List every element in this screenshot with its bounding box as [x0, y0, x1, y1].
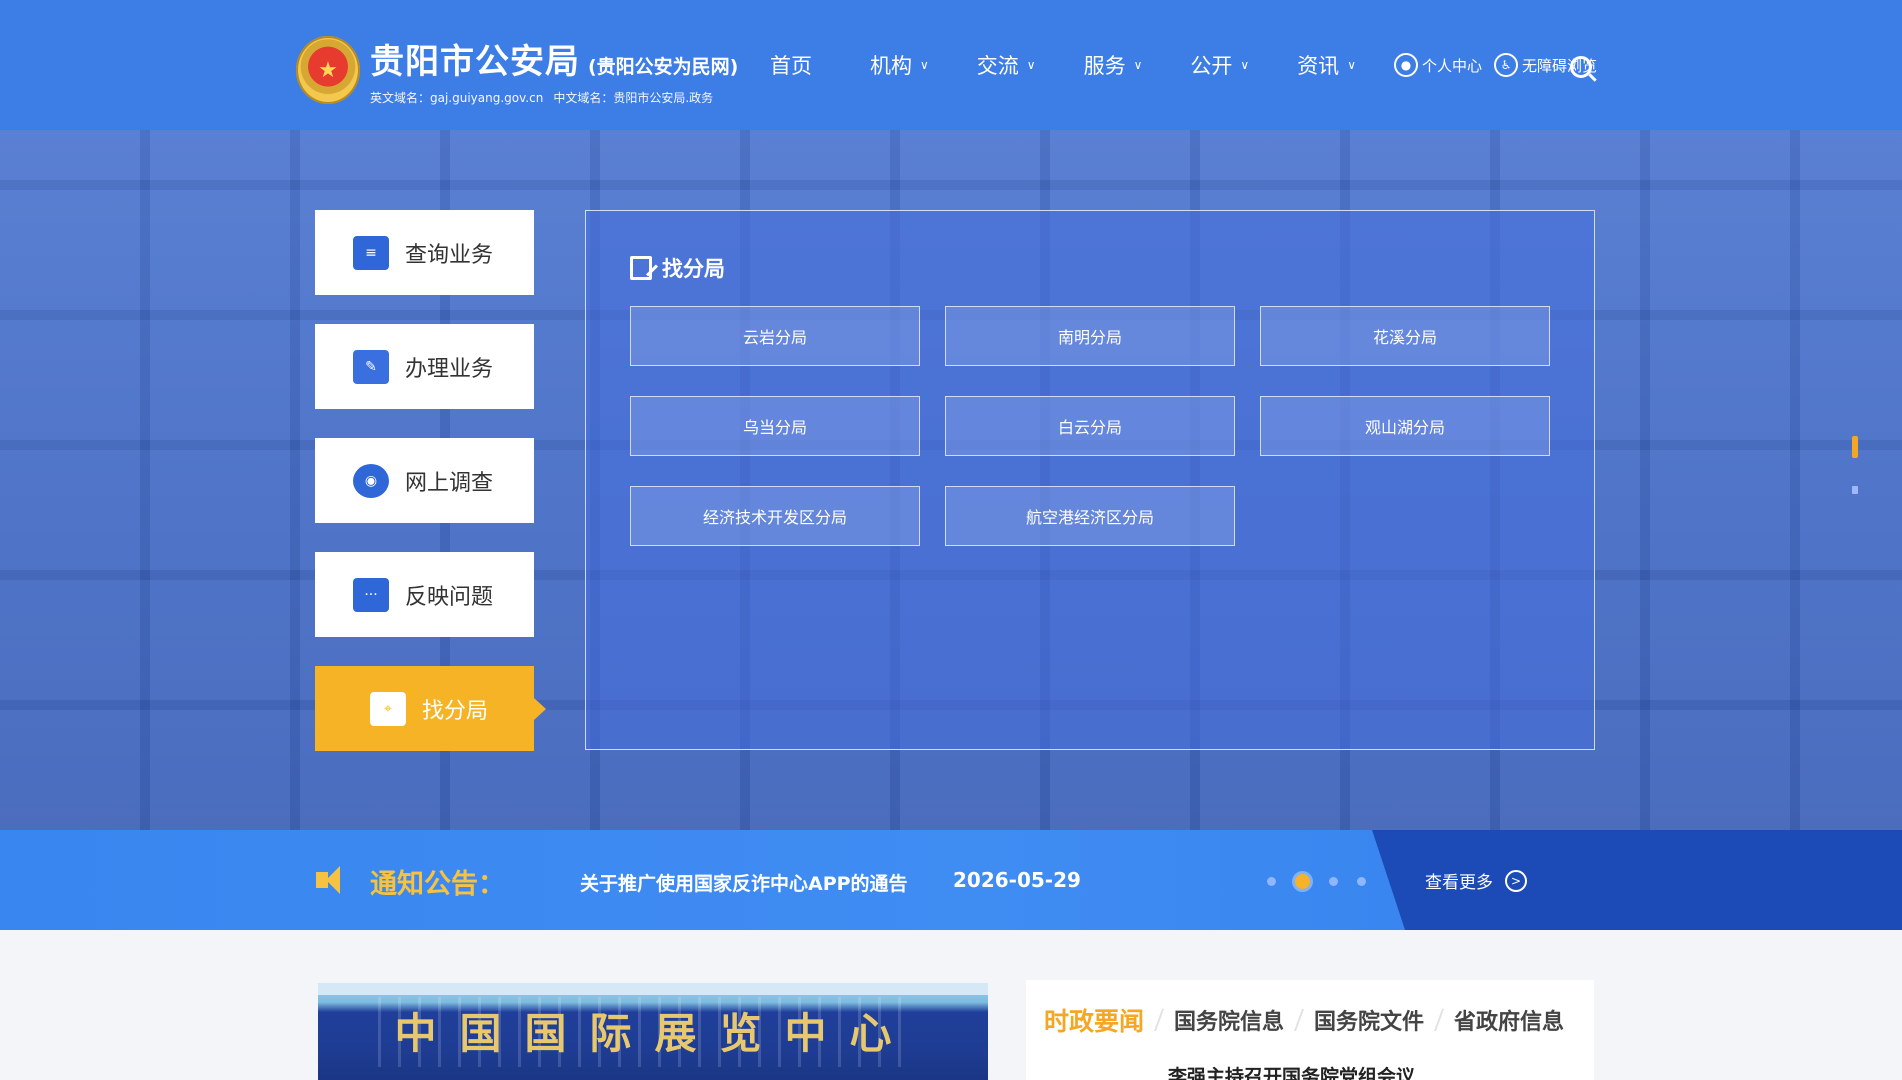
personal-center-link[interactable]: ● 个人中心 — [1393, 53, 1482, 77]
menu-handle-business[interactable]: ✎ 办理业务 — [315, 324, 534, 409]
photo-sign-text: 中 国 国 际 展 览 中 心 — [394, 1008, 892, 1058]
query-icon: ≡ — [353, 235, 389, 270]
chat-bubble-icon: ··· — [353, 577, 389, 612]
hero-slider-indicator — [1852, 436, 1858, 494]
nav-home[interactable]: 首页 — [770, 50, 812, 80]
accessibility-icon: ♿ — [1494, 53, 1518, 77]
map-pin-icon: ⌖ — [370, 691, 406, 726]
tab-provincial-gov-info[interactable]: 省政府信息 — [1454, 1004, 1564, 1036]
english-domain: 英文域名：gaj.guiyang.gov.cn — [370, 91, 544, 105]
site-title: 贵阳市公安局 — [370, 42, 580, 82]
news-card: 时政要闻 国务院信息 国务院文件 省政府信息 李强主持召开国务院党组会议 — [1026, 980, 1594, 1080]
notice-bar: 通知公告： 关于推广使用国家反诈中心APP的通告 2026-05-29 查看更多… — [0, 830, 1902, 930]
chevron-down-icon: ∨ — [920, 58, 929, 72]
nav-public[interactable]: 公开 ∨ — [1190, 50, 1249, 80]
user-icon: ● — [1393, 53, 1418, 77]
exhibition-center-photo[interactable]: 中 国 国 际 展 览 中 心 — [318, 983, 988, 1080]
chevron-down-icon: ∨ — [1240, 58, 1250, 72]
search-icon[interactable] — [1570, 56, 1592, 78]
menu-query-business[interactable]: ≡ 查询业务 — [315, 210, 534, 295]
edit-note-icon — [630, 256, 652, 280]
site-subtitle: (贵阳公安为民网) — [588, 56, 739, 78]
site-logo[interactable]: ★ 贵阳市公安局 (贵阳公安为民网) 英文域名：gaj.guiyang.gov.… — [296, 34, 738, 106]
branch-airport-economic-zone[interactable]: 航空港经济区分局 — [945, 486, 1235, 546]
branch-grid: 云岩分局 南明分局 花溪分局 乌当分局 白云分局 观山湖分局 经济技术开发区分局… — [630, 306, 1550, 546]
chevron-right-icon: > — [1505, 869, 1527, 892]
nav-organization[interactable]: 机构 ∨ — [870, 50, 929, 80]
tab-current-affairs[interactable]: 时政要闻 — [1044, 1002, 1144, 1038]
branch-nanming[interactable]: 南明分局 — [945, 306, 1235, 366]
main-nav: 首页 机构 ∨ 交流 ∨ 服务 ∨ 公开 ∨ 资讯 ∨ ● 个人中心 ♿ 无障碍浏览 — [770, 50, 1597, 80]
notice-dot[interactable] — [1267, 877, 1276, 886]
slider-indicator-active[interactable] — [1852, 436, 1858, 458]
branch-wudang[interactable]: 乌当分局 — [630, 396, 920, 456]
logo-text: 贵阳市公安局 (贵阳公安为民网) 英文域名：gaj.guiyang.gov.cn… — [370, 34, 738, 106]
document-edit-icon: ✎ — [353, 349, 389, 384]
notice-date: 2026-05-29 — [953, 868, 1081, 892]
branch-yunyan[interactable]: 云岩分局 — [630, 306, 920, 366]
branch-baiyun[interactable]: 白云分局 — [945, 396, 1235, 456]
chinese-domain: 中文域名：贵阳市公安局.政务 — [553, 91, 714, 105]
menu-online-survey[interactable]: ◉ 网上调查 — [315, 438, 534, 523]
news-headline[interactable]: 李强主持召开国务院党组会议 — [1168, 1062, 1415, 1080]
service-side-menu: ≡ 查询业务 ✎ 办理业务 ◉ 网上调查 ··· 反映问题 ⌖ 找分局 — [315, 210, 546, 780]
notice-dot[interactable] — [1357, 877, 1366, 886]
tab-state-council-docs[interactable]: 国务院文件 — [1314, 1004, 1424, 1036]
nav-services[interactable]: 服务 ∨ — [1084, 50, 1143, 80]
notice-dot[interactable] — [1329, 877, 1338, 886]
chevron-down-icon: ∨ — [1347, 58, 1356, 72]
notice-label: 通知公告： — [370, 869, 505, 900]
site-header: ★ 贵阳市公安局 (贵阳公安为民网) 英文域名：gaj.guiyang.gov.… — [0, 0, 1902, 130]
police-emblem-icon: ★ — [296, 36, 360, 104]
speaker-icon — [316, 866, 350, 894]
content-section: 中 国 国 际 展 览 中 心 时政要闻 国务院信息 国务院文件 省政府信息 李… — [0, 930, 1902, 1080]
panel-title: 找分局 — [630, 253, 725, 283]
branch-economic-dev-zone[interactable]: 经济技术开发区分局 — [630, 486, 920, 546]
chevron-down-icon: ∨ — [1133, 58, 1143, 72]
find-branch-panel: 找分局 云岩分局 南明分局 花溪分局 乌当分局 白云分局 观山湖分局 经济技术开… — [585, 210, 1595, 750]
menu-find-branch[interactable]: ⌖ 找分局 — [315, 666, 546, 751]
notice-dot-active[interactable] — [1295, 874, 1310, 889]
nav-news[interactable]: 资讯 ∨ — [1297, 50, 1356, 80]
notice-headline[interactable]: 关于推广使用国家反诈中心APP的通告 — [580, 869, 908, 896]
menu-report-issue[interactable]: ··· 反映问题 — [315, 552, 534, 637]
branch-huaxi[interactable]: 花溪分局 — [1260, 306, 1550, 366]
view-more-link[interactable]: 查看更多 > — [1425, 868, 1527, 893]
news-tabs: 时政要闻 国务院信息 国务院文件 省政府信息 — [1044, 1002, 1564, 1038]
notice-pagination — [1267, 874, 1366, 889]
branch-guanshanhu[interactable]: 观山湖分局 — [1260, 396, 1550, 456]
person-icon: ◉ — [353, 463, 389, 498]
slider-indicator-dot[interactable] — [1852, 486, 1858, 494]
chevron-down-icon: ∨ — [1026, 58, 1036, 72]
nav-communication[interactable]: 交流 ∨ — [977, 50, 1036, 80]
tab-state-council-info[interactable]: 国务院信息 — [1174, 1004, 1284, 1036]
